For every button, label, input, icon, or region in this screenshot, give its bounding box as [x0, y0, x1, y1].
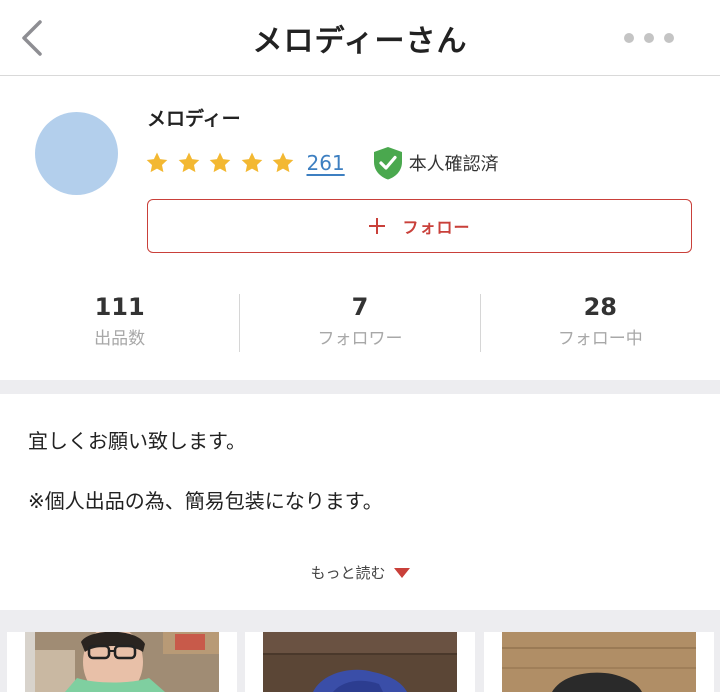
star-icon	[177, 151, 201, 175]
item-card[interactable]	[245, 632, 475, 692]
follow-button[interactable]: フォロー	[147, 199, 692, 253]
shield-check-icon	[371, 145, 405, 181]
profile-introduction: 宜しくお願い致します。 ※個人出品の為、簡易包装になります。	[28, 426, 688, 516]
caret-down-icon	[393, 567, 410, 578]
stat-label: 出品数	[94, 329, 146, 349]
rating-row: 261 本人確認済	[145, 146, 499, 180]
stat-listings[interactable]: 111 出品数	[0, 292, 239, 356]
stat-value: 7	[351, 293, 369, 321]
page-title: メロディーさん	[252, 24, 468, 59]
item-card[interactable]	[484, 632, 714, 692]
read-more-button[interactable]: もっと読む	[0, 562, 720, 583]
star-icon	[145, 151, 169, 175]
navigation-bar: メロディーさん	[0, 0, 720, 76]
plus-icon	[368, 217, 386, 235]
star-icon	[271, 151, 295, 175]
verified-badge: 本人確認済	[371, 145, 499, 181]
more-dot	[664, 33, 674, 43]
verified-label: 本人確認済	[408, 154, 499, 175]
intro-line: 宜しくお願い致します。	[28, 429, 246, 453]
stat-label: フォロー中	[557, 329, 643, 349]
stat-value: 28	[583, 293, 618, 321]
avatar[interactable]	[35, 112, 118, 195]
intro-line: ※個人出品の為、簡易包装になります。	[28, 489, 383, 513]
user-name: メロディー	[147, 108, 241, 130]
star-icon	[240, 151, 264, 175]
item-photo-person	[25, 632, 219, 692]
more-dot	[624, 33, 634, 43]
stat-label: フォロワー	[317, 329, 403, 349]
follow-button-label: フォロー	[402, 218, 471, 237]
stat-following[interactable]: 28 フォロー中	[481, 292, 720, 356]
profile-stats: 111 出品数 7 フォロワー 28 フォロー中	[0, 292, 720, 356]
rating-count-link[interactable]: 261	[307, 151, 345, 175]
item-card[interactable]	[7, 632, 237, 692]
item-photo-blue-cloth	[263, 632, 457, 692]
more-dot	[644, 33, 654, 43]
more-button[interactable]	[624, 26, 674, 50]
read-more-label: もっと読む	[310, 564, 386, 582]
star-icon	[208, 151, 232, 175]
star-rating	[145, 151, 303, 175]
section-separator	[0, 380, 720, 394]
item-photo-dark-object	[502, 632, 696, 692]
stat-followers[interactable]: 7 フォロワー	[240, 292, 479, 356]
stat-value: 111	[94, 293, 145, 321]
